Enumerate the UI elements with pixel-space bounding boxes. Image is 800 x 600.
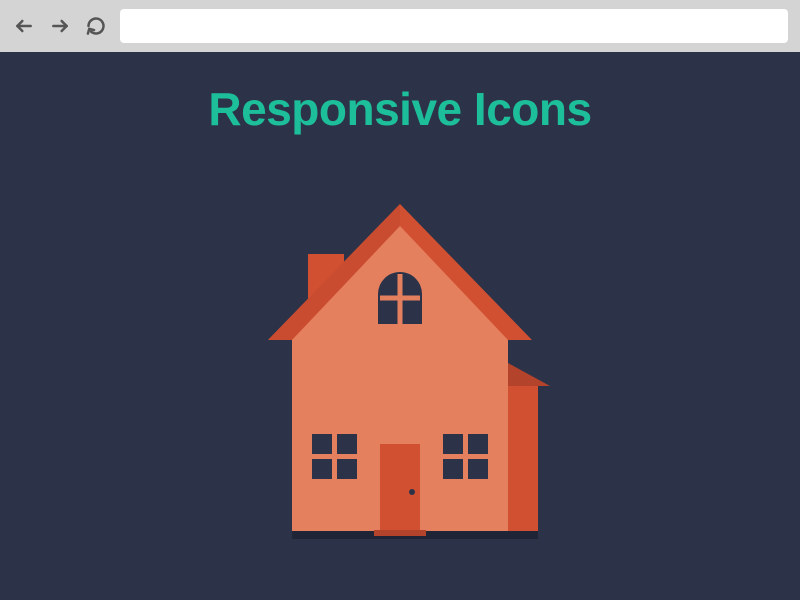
back-icon[interactable]: [12, 14, 36, 38]
forward-icon[interactable]: [48, 14, 72, 38]
page-title: Responsive Icons: [208, 82, 591, 136]
page-content: Responsive Icons: [0, 52, 800, 600]
browser-toolbar: [0, 0, 800, 52]
address-input[interactable]: [120, 9, 788, 43]
house-illustration-icon: [230, 186, 570, 546]
refresh-icon[interactable]: [84, 14, 108, 38]
